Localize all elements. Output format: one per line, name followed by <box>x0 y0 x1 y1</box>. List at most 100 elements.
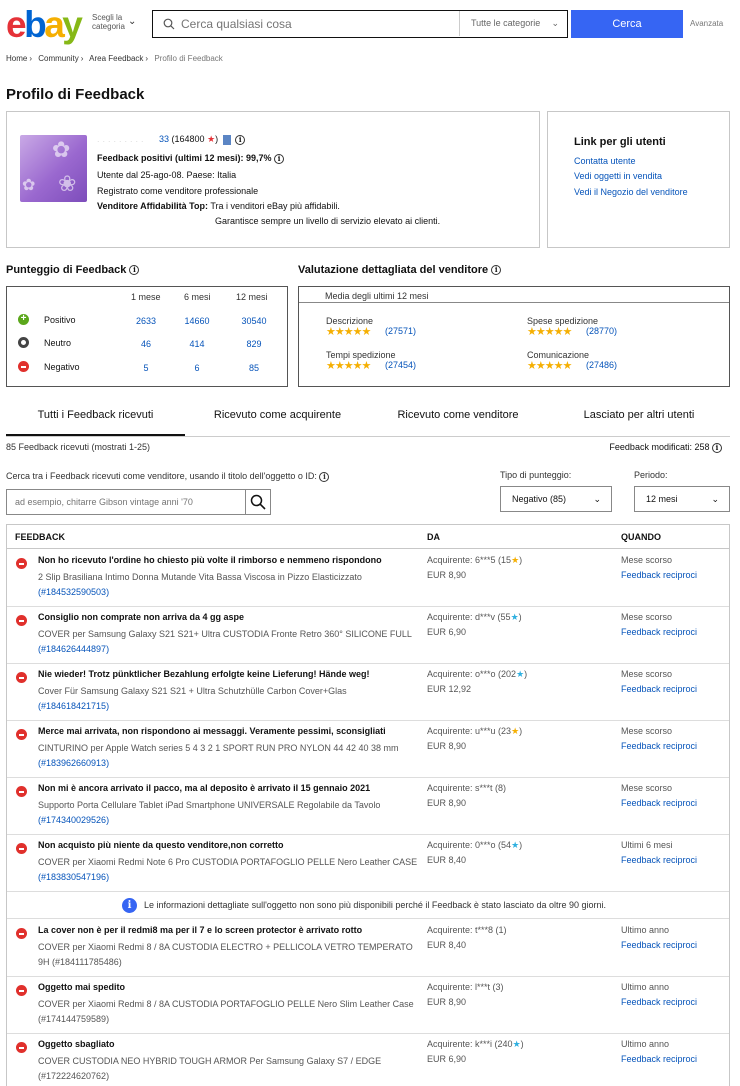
search-input[interactable] <box>181 15 451 33</box>
item-id-link[interactable]: (#183830547196) <box>38 872 109 882</box>
tab-all-received[interactable]: Tutti i Feedback ricevuti <box>6 402 185 436</box>
negative-1m[interactable]: 5 <box>121 363 171 373</box>
tab-as-seller[interactable]: Ricevuto come venditore <box>378 402 538 436</box>
negative-icon <box>16 558 27 569</box>
results-count: 85 Feedback ricevuti (mostrati 1-25) <box>6 442 151 452</box>
info-icon[interactable]: i <box>235 134 246 145</box>
view-items-link[interactable]: Vedi oggetti in vendita <box>574 171 662 181</box>
negative-6m[interactable]: 6 <box>172 363 222 373</box>
mutual-feedback-link[interactable]: Feedback reciproci <box>621 570 697 580</box>
item-id-link[interactable]: (#174340029526) <box>38 815 109 825</box>
table-row: La cover non è per il redmi8 ma per il 7… <box>7 920 729 977</box>
period-select[interactable]: 12 mesi ⌄ <box>634 486 730 512</box>
rating-type-label: Tipo di punteggio: <box>500 470 572 480</box>
star-icon: ★ <box>512 1039 521 1049</box>
store-icon[interactable] <box>222 134 231 145</box>
rating-stars: ★★★★★ <box>326 360 371 372</box>
tab-as-buyer[interactable]: Ricevuto come acquirente <box>195 402 360 436</box>
advanced-search-link[interactable]: Avanzata <box>690 19 723 28</box>
positive-icon: + <box>18 314 29 325</box>
table-row: Non acquisto più niente da questo vendit… <box>7 835 729 892</box>
chevron-down-icon: ⌄ <box>128 16 137 27</box>
search-icon <box>163 18 175 30</box>
mutual-feedback-link[interactable]: Feedback reciproci <box>621 684 697 694</box>
search-bar: Tutte le categorie⌄ <box>152 10 568 38</box>
tab-left-for-others[interactable]: Lasciato per altri utenti <box>558 402 720 436</box>
username-link[interactable]: 33 <box>159 134 169 144</box>
dsr-subtitle: Media degli ultimi 12 mesi <box>325 291 429 301</box>
avatar: ✿ ❀ ✿ <box>20 135 87 202</box>
info-icon[interactable]: i <box>129 265 140 276</box>
user-links-box: Link per gli utenti Contatta utente Vedi… <box>547 111 730 248</box>
star-icon: ★ <box>511 840 520 850</box>
table-row: Merce mai arrivata, non rispondono ai me… <box>7 721 729 778</box>
info-icon: i <box>122 898 137 913</box>
mutual-feedback-link[interactable]: Feedback reciproci <box>621 940 697 950</box>
category-select[interactable]: Tutte le categorie ⌄ <box>459 11 567 36</box>
negative-icon <box>16 615 27 626</box>
top-rated-text-2: Garantisce sempre un livello di servizio… <box>215 216 441 226</box>
rating-type-select[interactable]: Negativo (85) ⌄ <box>500 486 612 512</box>
table-row: Oggetto sbagliato COVER CUSTODIA NEO HYB… <box>7 1034 729 1086</box>
positive-12m[interactable]: 30540 <box>229 316 279 326</box>
rating-stars: ★★★★★ <box>527 326 572 338</box>
negative-icon <box>16 672 27 683</box>
info-notice: i Le informazioni dettagliate sull'ogget… <box>7 891 729 919</box>
chevron-down-icon: ⌄ <box>551 18 559 28</box>
mutual-feedback-link[interactable]: Feedback reciproci <box>621 741 697 751</box>
info-icon[interactable]: i <box>274 153 285 164</box>
info-icon[interactable]: i <box>491 265 502 276</box>
neutral-12m[interactable]: 829 <box>229 339 279 349</box>
neutral-1m[interactable]: 46 <box>121 339 171 349</box>
top-rated-label: Venditore Affidabilità Top: <box>97 201 208 211</box>
feedback-search-input[interactable] <box>15 495 235 509</box>
chevron-down-icon: ⌄ <box>711 494 719 504</box>
star-icon: ★ <box>516 669 525 679</box>
negative-icon <box>16 985 27 996</box>
item-id-link[interactable]: (#184626444897) <box>38 644 109 654</box>
table-row: Nie wieder! Trotz pünktlicher Bezahlung … <box>7 664 729 721</box>
mutual-feedback-link[interactable]: Feedback reciproci <box>621 997 697 1007</box>
positive-6m[interactable]: 14660 <box>172 316 222 326</box>
positive-1m[interactable]: 2633 <box>121 316 171 326</box>
breadcrumb: Home › Community › Area Feedback › Profilo … <box>6 54 223 63</box>
negative-icon <box>16 928 27 939</box>
positive-feedback-percent: Feedback positivi (ultimi 12 mesi): 99,7… <box>97 153 272 163</box>
rating-stars: ★★★★★ <box>326 326 371 338</box>
header: ebay Scegli la categoria ⌄ Tutte le cate… <box>0 0 740 48</box>
filter-label: Cerca tra i Feedback ricevuti come vendi… <box>6 471 317 481</box>
item-id-link[interactable]: (#183962660913) <box>38 758 109 768</box>
mutual-feedback-link[interactable]: Feedback reciproci <box>621 627 697 637</box>
star-icon: ★ <box>207 134 216 144</box>
star-icon: ★ <box>511 555 520 565</box>
feedback-search-box <box>6 489 246 515</box>
ebay-logo[interactable]: ebay <box>6 6 83 43</box>
negative-12m[interactable]: 85 <box>229 363 279 373</box>
breadcrumb-home[interactable]: Home <box>6 54 27 63</box>
info-icon[interactable]: i <box>712 442 722 453</box>
view-store-link[interactable]: Vedi il Negozio del venditore <box>574 187 688 197</box>
mutual-feedback-link[interactable]: Feedback reciproci <box>621 855 697 865</box>
item-id-link[interactable]: (#184618421715) <box>38 701 109 711</box>
shop-by-category[interactable]: Scegli la categoria <box>92 13 132 31</box>
neutral-6m[interactable]: 414 <box>172 339 222 349</box>
flower-icon: ✿ <box>52 137 71 162</box>
flower-icon: ❀ <box>58 171 77 196</box>
period-label: Periodo: <box>634 470 668 480</box>
member-since: Utente dal 25-ago-08. Paese: Italia <box>97 170 237 180</box>
top-rated-text: Tra i venditori eBay più affidabili. <box>210 201 340 211</box>
feedback-search-button[interactable] <box>245 489 271 515</box>
mutual-feedback-link[interactable]: Feedback reciproci <box>621 798 697 808</box>
star-icon: ★ <box>511 726 520 736</box>
dsr-box: Media degli ultimi 12 mesi Descrizione ★… <box>298 286 730 387</box>
table-row: Non ho ricevuto l'ordine ho chiesto più … <box>7 550 729 607</box>
negative-icon <box>16 843 27 854</box>
search-button[interactable]: Cerca <box>571 10 683 38</box>
breadcrumb-community[interactable]: Community <box>38 54 78 63</box>
breadcrumb-feedback-area[interactable]: Area Feedback <box>89 54 143 63</box>
item-id-link[interactable]: (#184532590503) <box>38 587 109 597</box>
contact-user-link[interactable]: Contatta utente <box>574 156 636 166</box>
feedback-table: FEEDBACK DA QUANDO Non ho ricevuto l'ord… <box>6 524 730 1086</box>
mutual-feedback-link[interactable]: Feedback reciproci <box>621 1054 697 1064</box>
info-icon[interactable]: i <box>319 471 330 482</box>
